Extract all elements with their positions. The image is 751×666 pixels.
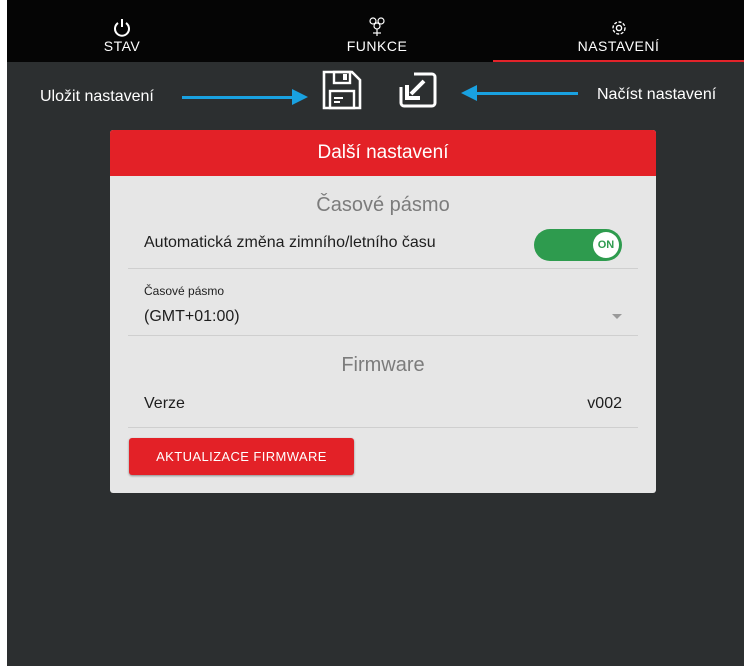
save-annotation-arrow xyxy=(182,89,308,105)
version-value: v002 xyxy=(587,395,622,412)
tab-funkce[interactable]: FUNKCE xyxy=(317,0,437,62)
tab-nastaveni-label: NASTAVENÍ xyxy=(577,38,660,54)
save-annotation-label: Uložit nastavení xyxy=(40,88,154,105)
import-icon[interactable] xyxy=(398,71,438,109)
chevron-down-icon[interactable] xyxy=(612,314,622,319)
timezone-select-value: (GMT+01:00) xyxy=(144,308,240,325)
top-nav: STAV FUNKCE NASTAVENÍ xyxy=(7,0,744,62)
auto-dst-toggle[interactable]: ON xyxy=(534,229,622,261)
tab-funkce-label: FUNKCE xyxy=(346,38,408,54)
active-tab-indicator xyxy=(493,60,744,62)
timezone-select-label: Časové pásmo xyxy=(144,284,225,298)
power-icon xyxy=(113,16,131,38)
divider xyxy=(128,268,638,269)
load-annotation-label: Načíst nastavení xyxy=(597,86,717,103)
update-firmware-button[interactable]: AKTUALIZACE FIRMWARE xyxy=(129,438,354,475)
gear-icon xyxy=(609,16,629,38)
settings-card: Další nastavení Časové pásmo Automatická… xyxy=(110,130,656,493)
timezone-section-title: Časové pásmo xyxy=(316,194,450,216)
version-label: Verze xyxy=(144,395,185,412)
floppy-disk-icon[interactable] xyxy=(321,69,363,111)
tab-nastaveni[interactable]: NASTAVENÍ xyxy=(493,0,744,62)
load-annotation-arrow xyxy=(461,85,578,101)
firmware-section-title: Firmware xyxy=(341,354,425,376)
tab-stav[interactable]: STAV xyxy=(67,0,177,62)
card-title: Další nastavení xyxy=(110,130,656,176)
toggle-knob: ON xyxy=(593,232,619,258)
divider xyxy=(128,335,638,336)
auto-dst-label: Automatická změna zimního/letního času xyxy=(144,234,436,251)
divider xyxy=(128,427,638,428)
functions-icon xyxy=(366,16,388,38)
tab-stav-label: STAV xyxy=(103,38,141,54)
app-screen: STAV FUNKCE NASTAVENÍ Uložit nastavení N… xyxy=(7,0,744,666)
timezone-select[interactable]: (GMT+01:00) xyxy=(144,306,622,330)
